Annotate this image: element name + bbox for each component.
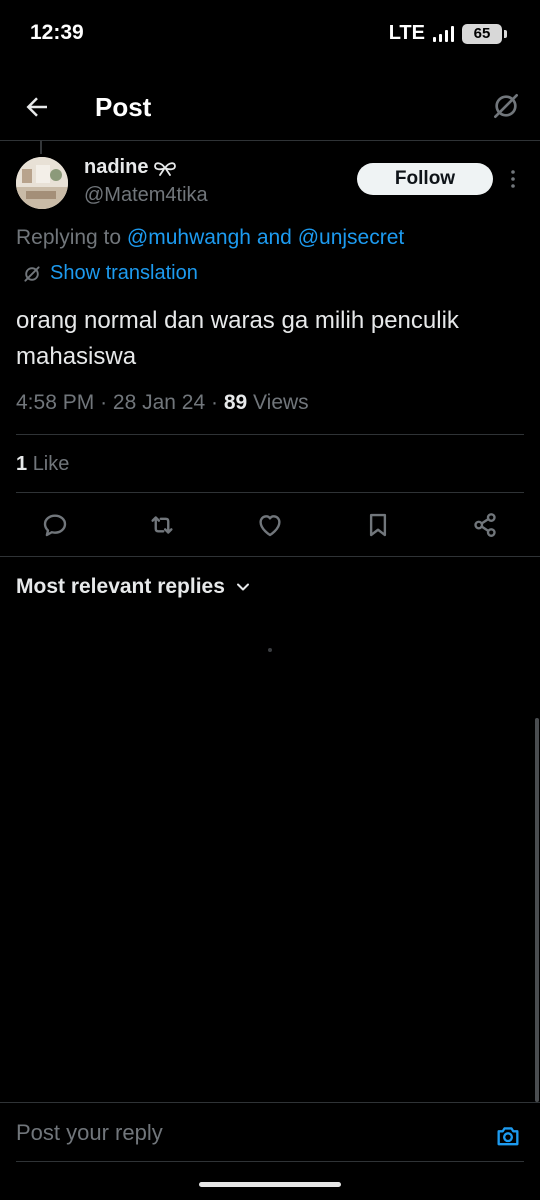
back-arrow-icon[interactable] — [22, 92, 52, 122]
signal-icon — [433, 25, 454, 42]
like-heart-icon[interactable] — [255, 510, 285, 540]
mention-link-2[interactable]: @unjsecret — [298, 226, 405, 249]
show-translation-button[interactable]: Show translation — [22, 262, 198, 285]
status-time: 12:39 — [30, 21, 84, 44]
show-translation-label: Show translation — [50, 262, 198, 284]
home-indicator[interactable] — [199, 1182, 341, 1187]
thread-connector-line — [40, 140, 42, 154]
page-title: Post — [95, 92, 152, 122]
replies-sort-label: Most relevant replies — [16, 575, 225, 598]
camera-icon[interactable] — [494, 1122, 522, 1150]
mention-link-1[interactable]: @muhwangh — [127, 226, 251, 249]
reply-input[interactable] — [16, 1115, 476, 1151]
replies-sort-dropdown[interactable]: Most relevant replies — [16, 575, 251, 599]
reply-icon[interactable] — [40, 510, 70, 540]
translate-icon — [24, 265, 40, 282]
scrollbar[interactable] — [535, 718, 539, 1102]
reply-composer — [0, 1102, 540, 1162]
mention-joiner[interactable]: and — [257, 226, 292, 249]
author-name[interactable]: nadine — [84, 156, 178, 179]
replying-prefix: Replying to — [16, 226, 122, 249]
replying-to: Replying to @muhwangh and @unjsecret — [16, 226, 404, 250]
views-count[interactable]: 89 — [224, 391, 247, 414]
avatar[interactable] — [16, 157, 68, 209]
likes-count: 1 — [16, 453, 28, 475]
post-date: 28 Jan 24 — [112, 391, 206, 414]
post-meta: 4:58 PM · 28 Jan 24 · 89 Views — [16, 391, 309, 415]
views-label[interactable]: Views — [253, 391, 309, 414]
author-name-text: nadine — [84, 156, 149, 178]
meta-separator: · — [100, 391, 108, 414]
status-indicators: LTE 65 — [388, 22, 507, 45]
status-bar: 12:39 LTE 65 — [0, 0, 540, 68]
likes-divider — [16, 492, 524, 493]
reply-underline — [16, 1161, 524, 1162]
meta-separator: · — [211, 391, 218, 414]
share-icon[interactable] — [470, 510, 500, 540]
post-time: 4:58 PM — [16, 391, 95, 414]
translate-off-icon[interactable] — [490, 90, 522, 122]
network-type: LTE — [388, 22, 425, 44]
bookmark-icon[interactable] — [363, 510, 393, 540]
follow-button[interactable]: Follow — [357, 163, 493, 195]
loading-indicator — [268, 648, 272, 652]
bow-emoji-icon — [154, 161, 177, 176]
likes-summary[interactable]: 1 Like — [16, 453, 69, 476]
repost-icon[interactable] — [147, 510, 177, 540]
top-app-bar: Post — [0, 78, 540, 140]
battery-icon: 65 — [462, 23, 507, 44]
chevron-down-icon — [236, 583, 249, 591]
actions-divider — [0, 556, 540, 557]
meta-divider — [16, 434, 524, 435]
header-divider — [0, 140, 540, 141]
author-handle[interactable]: @Matem4tika — [84, 184, 208, 207]
post-text: orang normal dan waras ga milih penculik… — [16, 307, 459, 370]
likes-label: Like — [32, 453, 70, 475]
more-options-icon[interactable] — [506, 168, 520, 190]
